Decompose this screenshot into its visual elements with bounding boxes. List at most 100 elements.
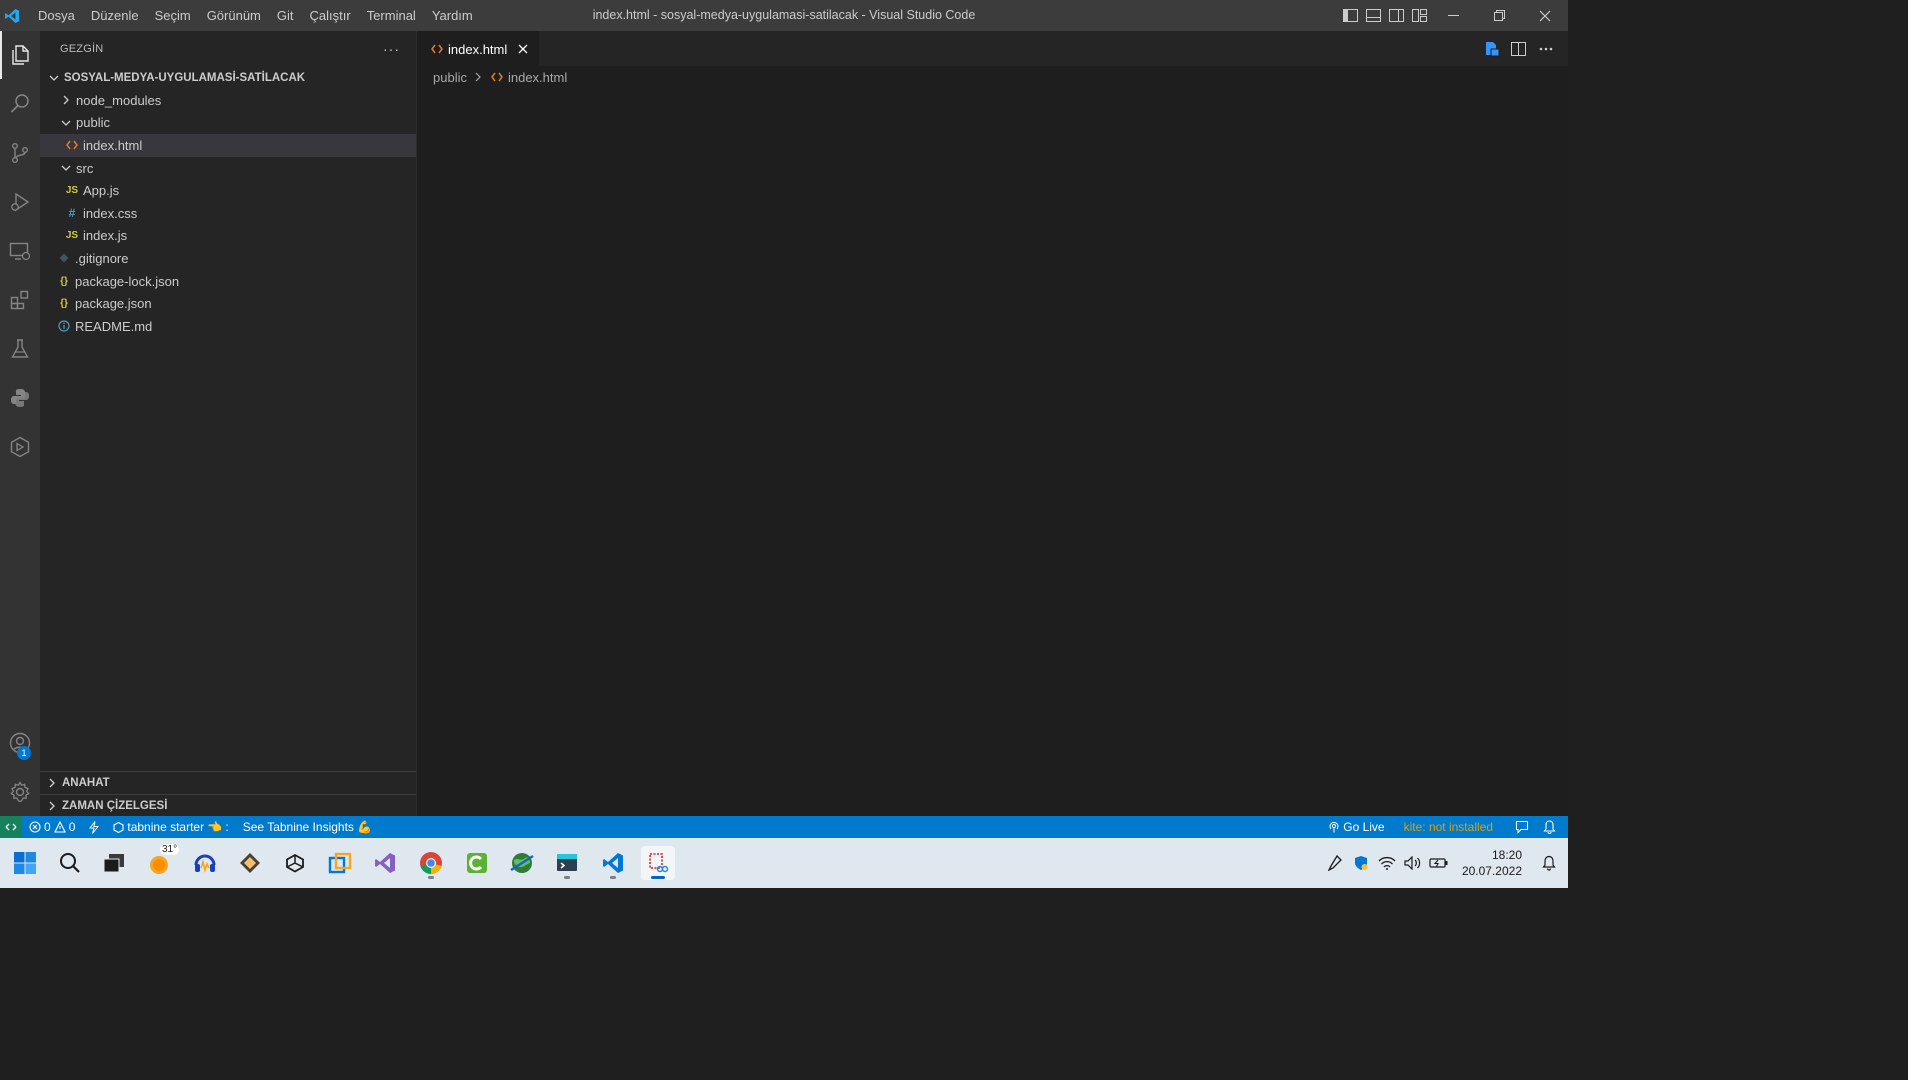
minimize-icon[interactable] — [1430, 0, 1476, 31]
menu-secim[interactable]: Seçim — [147, 0, 199, 31]
breadcrumb-public[interactable]: public — [433, 70, 467, 85]
tabnine-label: tabnine starter 👈 — [127, 820, 223, 834]
more-actions-icon[interactable] — [1537, 40, 1554, 57]
windows-start-icon[interactable] — [8, 846, 42, 880]
audacity-icon[interactable] — [188, 846, 222, 880]
remote-explorer-icon[interactable] — [0, 227, 40, 275]
outline-section-header[interactable]: ANAHAT — [40, 771, 416, 794]
menu-duzenle[interactable]: Düzenle — [83, 0, 147, 31]
editor-area: index.html public index.html — [417, 31, 1568, 816]
breadcrumb: public index.html — [417, 66, 1568, 88]
notification-center-icon[interactable] — [1536, 846, 1562, 880]
status-bar: 0 0 tabnine starter 👈 : See Tabnine Insi… — [0, 816, 1568, 838]
extensions-icon[interactable] — [0, 276, 40, 324]
notifications-bell-icon[interactable] — [1539, 816, 1568, 838]
js-file-icon: JS — [65, 185, 79, 197]
unity-icon[interactable] — [278, 846, 312, 880]
menu-git[interactable]: Git — [269, 0, 302, 31]
vscode-taskbar-icon[interactable] — [596, 846, 630, 880]
close-tab-icon[interactable] — [515, 41, 531, 57]
tree-item-label: node_modules — [76, 92, 162, 108]
html-file-icon — [64, 137, 80, 153]
testing-icon[interactable] — [0, 325, 40, 373]
menu-gorunum[interactable]: Görünüm — [199, 0, 269, 31]
html-file-icon — [429, 41, 445, 57]
terminal-app-icon[interactable] — [550, 846, 584, 880]
tab-label: index.html — [448, 41, 508, 57]
menu-dosya[interactable]: Dosya — [30, 0, 83, 31]
visual-studio-icon[interactable] — [368, 846, 402, 880]
explorer-title: GEZGİN — [60, 42, 104, 55]
kite-label: kite: not installed — [1403, 820, 1493, 834]
restore-icon[interactable] — [1476, 0, 1522, 31]
security-shield-icon[interactable] — [1348, 846, 1374, 880]
source-control-icon[interactable] — [0, 129, 40, 177]
chevron-down-icon — [58, 160, 74, 176]
feedback-icon[interactable] — [1505, 816, 1539, 838]
toggle-sidebar-icon[interactable] — [1342, 7, 1359, 24]
menu-calistir[interactable]: Çalıştır — [302, 0, 359, 31]
camtasia-icon[interactable] — [460, 846, 494, 880]
css-file-icon: # — [68, 206, 76, 221]
cube-icon[interactable] — [0, 423, 40, 471]
tab-index-html[interactable]: index.html — [417, 31, 539, 66]
timeline-section-header[interactable]: ZAMAN ÇİZELGESİ — [40, 794, 416, 817]
snipping-tool-icon[interactable] — [641, 846, 675, 880]
go-live-button[interactable]: Go Live — [1321, 816, 1391, 838]
windows-store-icon[interactable] — [323, 846, 357, 880]
tree-item-gitignore[interactable]: .gitignore — [40, 247, 416, 270]
weather-widget-icon[interactable]: 31° — [143, 844, 180, 880]
tree-item-app-js[interactable]: JS App.js — [40, 179, 416, 202]
globe-app-icon[interactable] — [505, 846, 539, 880]
menu-yardim[interactable]: Yardım — [424, 0, 481, 31]
tree-item-index-css[interactable]: # index.css — [40, 202, 416, 225]
tabnine-insights-link[interactable]: See Tabnine Insights 💪 — [236, 816, 379, 838]
toggle-secondary-sidebar-icon[interactable] — [1388, 7, 1405, 24]
chevron-down-icon — [46, 70, 62, 86]
remote-indicator-icon[interactable] — [0, 816, 22, 838]
breadcrumb-index-html[interactable]: index.html — [508, 70, 567, 85]
taskbar-search-icon[interactable] — [53, 846, 87, 880]
outline-section-label: ANAHAT — [62, 777, 110, 789]
close-window-icon[interactable] — [1522, 0, 1568, 31]
task-view-icon[interactable] — [97, 846, 131, 880]
kite-status[interactable]: kite: not installed — [1392, 816, 1505, 838]
volume-icon[interactable] — [1400, 846, 1426, 880]
git-client-icon[interactable] — [233, 846, 267, 880]
tree-item-public[interactable]: public — [40, 112, 416, 135]
search-icon[interactable] — [0, 80, 40, 128]
toggle-panel-icon[interactable] — [1365, 7, 1382, 24]
tree-item-label: index.html — [83, 137, 143, 153]
explorer-icon[interactable] — [0, 31, 40, 79]
explorer-more-actions[interactable]: ··· — [383, 41, 400, 57]
tree-item-index-js[interactable]: JS index.js — [40, 225, 416, 248]
editor-tabs: index.html — [417, 31, 1568, 66]
accounts-icon[interactable]: 1 — [0, 719, 40, 767]
wifi-icon[interactable] — [1374, 846, 1400, 880]
taskbar-clock[interactable]: 18:20 20.07.2022 — [1462, 847, 1522, 879]
lightning-icon[interactable] — [82, 816, 106, 838]
tree-item-package-json[interactable]: {} package.json — [40, 292, 416, 315]
tree-item-package-lock-json[interactable]: {} package-lock.json — [40, 270, 416, 293]
battery-icon[interactable] — [1426, 846, 1452, 880]
tree-item-src[interactable]: src — [40, 157, 416, 180]
problems-indicator[interactable]: 0 0 — [22, 816, 82, 838]
tabnine-status[interactable]: tabnine starter 👈 : — [106, 816, 235, 838]
python-icon[interactable] — [0, 374, 40, 422]
explorer-header: GEZGİN ··· — [40, 31, 416, 66]
tree-item-index-html[interactable]: index.html — [40, 134, 416, 157]
manage-gear-icon[interactable] — [0, 768, 40, 816]
tree-item-node-modules[interactable]: node_modules — [40, 89, 416, 112]
customize-layout-icon[interactable] — [1411, 7, 1428, 24]
menu-terminal[interactable]: Terminal — [359, 0, 424, 31]
tree-item-readme-md[interactable]: README.md — [40, 315, 416, 338]
open-preview-icon[interactable] — [1483, 40, 1500, 57]
pen-icon[interactable] — [1322, 846, 1348, 880]
menu-bar: Dosya Düzenle Seçim Görünüm Git Çalıştır… — [30, 0, 481, 31]
split-editor-icon[interactable] — [1510, 40, 1527, 57]
chrome-icon[interactable] — [414, 846, 448, 880]
run-debug-icon[interactable] — [0, 178, 40, 226]
project-folder-header[interactable]: SOSYAL-MEDYA-UYGULAMASİ-SATİLACAK — [40, 67, 416, 89]
chevron-right-icon — [473, 72, 483, 82]
tree-item-label: index.js — [83, 228, 128, 244]
